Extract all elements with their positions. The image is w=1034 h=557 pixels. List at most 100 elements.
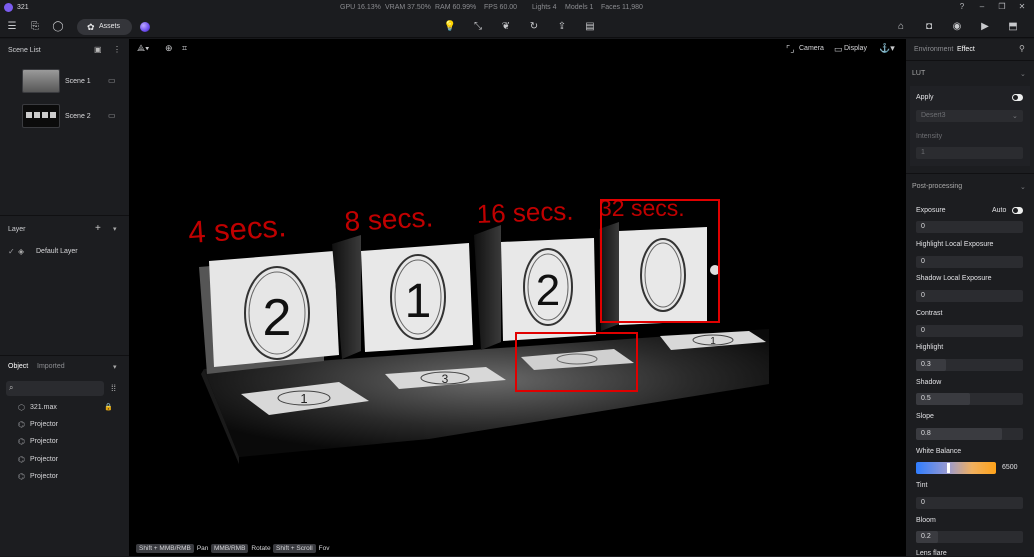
divider (906, 173, 1034, 174)
tree-item[interactable]: ⬡ 321.max 🔒 (16, 402, 126, 416)
screen-number: 2 (263, 289, 292, 347)
tree-item[interactable]: ⌬ Projector (16, 419, 126, 433)
menu-icon[interactable]: ☰ (4, 19, 20, 35)
camera-icon: ⌜⌟ (786, 44, 795, 54)
bloom-value: 0.2 (921, 533, 931, 540)
minimize-icon[interactable]: – (975, 2, 989, 13)
leaf-icon[interactable]: ❦ (498, 19, 514, 35)
tab-effect[interactable]: Effect (957, 46, 975, 53)
render-icon[interactable]: ⌂ (893, 19, 909, 35)
highlight-local-label: Highlight Local Exposure (916, 241, 994, 248)
slider-handle[interactable] (947, 463, 950, 473)
search-input[interactable]: ⌕ (6, 381, 104, 396)
lut-preset-value: Desert3 (921, 112, 946, 119)
shadow-local-input[interactable]: 0 (916, 290, 1023, 302)
tree-item[interactable]: ⌬ Projector (16, 436, 126, 450)
tree-item[interactable]: ⌬ Projector (16, 454, 126, 468)
filter-icon[interactable]: ▾ (113, 225, 117, 233)
camera-button[interactable]: Camera (799, 45, 824, 52)
tab-environment[interactable]: Environment (914, 46, 953, 53)
item-label: Projector (30, 456, 59, 463)
contrast-input[interactable]: 0 (916, 325, 1023, 337)
more-options-icon[interactable]: ⋮ (113, 45, 121, 54)
shadow-label: Shadow (916, 379, 942, 386)
top-bar: 321 GPU 16.13% VRAM 37.50% RAM 60.99% FP… (0, 0, 1034, 38)
grid-view-icon[interactable]: ⁞⁞ (111, 383, 116, 393)
exposure-input[interactable]: 0 (916, 221, 1023, 233)
camera-icon[interactable]: ▭ (108, 76, 116, 85)
camera-icon[interactable]: ◉ (949, 19, 965, 35)
lock-icon[interactable]: 🔒 (104, 403, 113, 411)
scene-render: 2 1 2 1 3 1 4 secs. 8 secs. 16 secs. 32 … (187, 195, 769, 464)
item-label: Projector (30, 421, 59, 428)
scene-thumbnail (22, 104, 60, 128)
divider (906, 60, 1034, 61)
globe-icon[interactable]: ⊕ (165, 43, 173, 54)
slope-slider[interactable]: 0.8 (916, 428, 1023, 440)
refresh-icon[interactable]: ↻ (526, 19, 542, 35)
transform-icon[interactable]: ⟁▾ (137, 43, 149, 54)
item-label: 321.max (30, 404, 57, 411)
light-bulb-icon[interactable]: 💡 (442, 19, 458, 35)
path-tool-icon[interactable]: ⤡ (470, 19, 486, 35)
check-icon[interactable]: ✓ (8, 247, 15, 256)
ai-orb-icon[interactable] (140, 22, 150, 32)
save-icon[interactable]: ⬒ (1005, 19, 1021, 35)
video-icon[interactable]: ▶ (977, 19, 993, 35)
anchor-icon[interactable]: ⚓▾ (879, 43, 895, 54)
annotation-label: 16 secs. (476, 196, 574, 229)
3d-viewport[interactable]: 2 1 2 1 3 1 4 secs. 8 secs. 16 secs. 32 … (129, 39, 906, 556)
ram-stat: RAM 60.99% (435, 4, 477, 11)
tree-item[interactable]: ⌬ Projector (16, 471, 126, 485)
highlight-slider[interactable]: 0.3 (916, 359, 1023, 371)
chevron-down-icon[interactable]: ⌄ (1012, 112, 1018, 120)
assets-button[interactable]: ✿ Assets (77, 19, 132, 35)
scene-view-icon[interactable]: ▣ (94, 45, 102, 54)
auto-label: Auto (992, 207, 1007, 214)
layers-icon: ◈ (18, 247, 25, 256)
camera-icon[interactable]: ▭ (108, 111, 116, 120)
layer-item[interactable]: ✓ ◈ Default Layer (6, 246, 116, 260)
new-file-icon[interactable]: ⎘ (27, 19, 43, 35)
app-title: 321 (17, 4, 29, 11)
shortcut-hint: Shift + Scroll Fov (273, 544, 330, 556)
bloom-slider[interactable]: 0.2 (916, 531, 1023, 543)
shadow-slider[interactable]: 0.5 (916, 393, 1023, 405)
chevron-down-icon[interactable]: ⌄ (1020, 70, 1026, 78)
cube-icon: ⬡ (18, 403, 25, 412)
export-icon[interactable]: ⇪ (554, 19, 570, 35)
pin-icon[interactable]: ⚲ (1019, 44, 1025, 53)
chevron-down-icon[interactable]: ⌄ (1020, 183, 1026, 191)
exposure-value: 0 (921, 223, 925, 230)
auto-toggle[interactable] (1012, 207, 1023, 214)
help-icon[interactable]: ? (955, 2, 969, 13)
snap-icon[interactable]: ⌗ (182, 43, 187, 54)
white-balance-label: White Balance (916, 448, 962, 455)
post-processing-title: Post-processing (912, 183, 963, 190)
title-row: 321 GPU 16.13% VRAM 37.50% RAM 60.99% FP… (0, 0, 1034, 15)
scene-item[interactable]: Scene 2 ▭ (22, 104, 122, 130)
contrast-label: Contrast (916, 310, 943, 317)
filter-icon[interactable]: ▾ (113, 363, 117, 371)
apply-toggle[interactable] (1012, 94, 1023, 101)
maximize-icon[interactable]: ❐ (995, 2, 1009, 13)
close-icon[interactable]: ✕ (1015, 2, 1029, 13)
right-panel: Environment Effect ⚲ LUT ⌄ Apply Desert3… (906, 39, 1034, 557)
highlight-local-input[interactable]: 0 (916, 256, 1023, 268)
intensity-input[interactable]: 1 (916, 147, 1023, 159)
lut-preset-select[interactable]: Desert3 (916, 110, 1023, 122)
tab-imported[interactable]: Imported (37, 363, 65, 370)
display-button[interactable]: Display (844, 45, 867, 52)
add-layer-icon[interactable]: + (95, 223, 101, 234)
comment-icon[interactable]: ◯ (50, 19, 66, 35)
tab-object[interactable]: Object (8, 363, 28, 370)
white-balance-slider[interactable] (916, 462, 996, 474)
layer-label: Default Layer (36, 248, 78, 255)
projector-icon: ⌬ (18, 455, 25, 464)
tint-input[interactable]: 0 (916, 497, 1023, 509)
faces-stat: Faces 11,980 (601, 4, 643, 11)
floor-number: 3 (442, 372, 449, 386)
vr-icon[interactable]: ◘ (921, 19, 937, 35)
scene-item[interactable]: Scene 1 ▭ (22, 69, 122, 95)
film-icon[interactable]: ▤ (582, 19, 598, 35)
